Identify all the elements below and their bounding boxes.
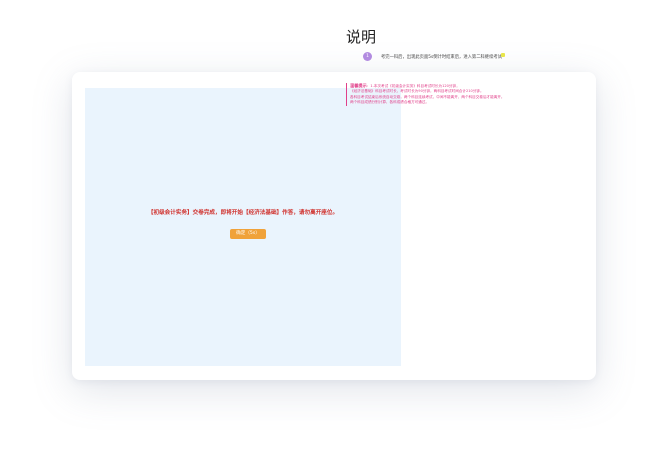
submission-notice: 【初级会计实务】交卷完成，即将开始【经济法基础】作答，请勿离开座位。 [147, 210, 339, 216]
tip-line-4: 两个科目成绩分别计算，各科成绩合格方可通过。 [350, 100, 430, 105]
step-text: 考完一科后，出现此页面5s倒计时结束后，进入第二科继续考试 [381, 54, 502, 60]
step-number-badge: 1 [363, 52, 372, 61]
tip-block: 温馨提示：1.本次考试《初级会计实务》科目考试时长为120分钟， 《经济法基础》… [346, 83, 520, 106]
exam-screen: 【初级会计实务】交卷完成，即将开始【经济法基础】作答，请勿离开座位。 确定（5s… [85, 88, 401, 366]
instructions-title: 说明 [346, 28, 377, 46]
page-background: 【初级会计实务】交卷完成，即将开始【经济法基础】作答，请勿离开座位。 确定（5s… [0, 0, 669, 453]
tip-line-1: ：1.本次考试《初级会计实务》科目考试时长为120分钟， [366, 84, 460, 88]
tip-heading: 温馨提示 [350, 83, 367, 88]
highlight-marker [501, 53, 505, 57]
screenshot-card: 【初级会计实务】交卷完成，即将开始【经济法基础】作答，请勿离开座位。 确定（5s… [72, 72, 596, 380]
confirm-button[interactable]: 确定（5s） [230, 229, 266, 239]
instruction-step: 1 考完一科后，出现此页面5s倒计时结束后，进入第二科继续考试 [363, 52, 502, 61]
